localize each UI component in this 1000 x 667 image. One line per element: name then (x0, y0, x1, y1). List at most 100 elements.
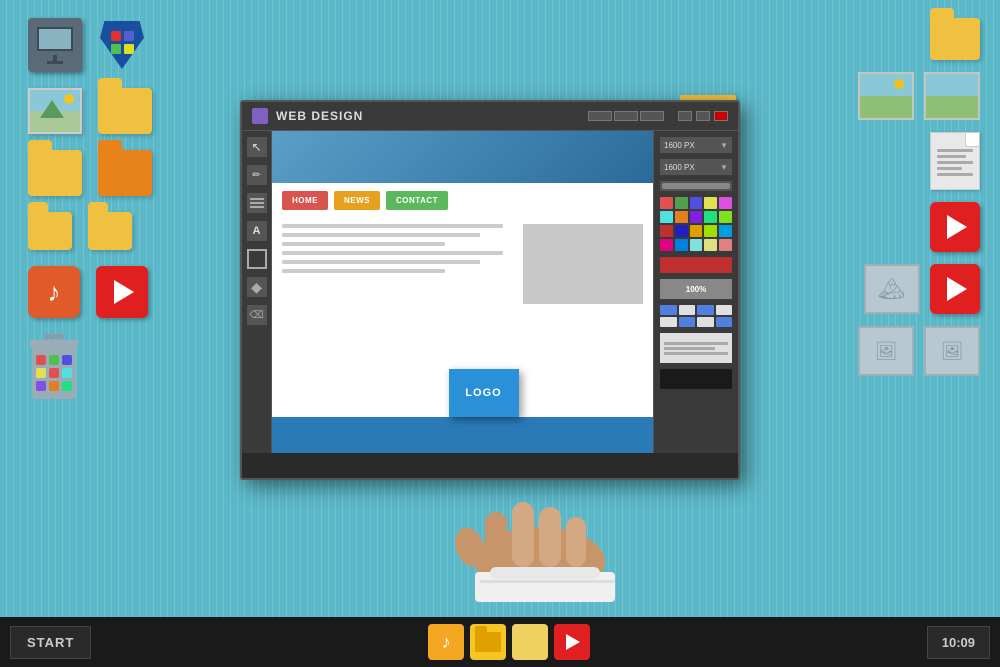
icon-row-3 (28, 150, 152, 196)
folder-icon-3[interactable] (98, 150, 152, 196)
tool-eraser[interactable]: ⌫ (247, 305, 267, 325)
nav-contact[interactable]: CONTACT (386, 191, 448, 210)
music-icon[interactable]: ♪ (28, 266, 80, 318)
desktop-icons-right: 🏔 🖼 🖼 (858, 18, 980, 376)
gray-image-symbol-2: 🖼 (941, 341, 964, 362)
color-orange[interactable] (675, 211, 688, 223)
width-arrow: ▼ (720, 141, 728, 150)
checker-grid (660, 305, 732, 327)
trash-icon[interactable] (28, 334, 80, 402)
dark-panel (660, 369, 732, 389)
color-dark-blue[interactable] (675, 225, 688, 237)
site-footer (272, 417, 653, 453)
taskbar-time: 10:09 (927, 626, 990, 659)
folder-icon-2[interactable] (28, 150, 82, 196)
close-button[interactable] (714, 111, 728, 121)
nav-news[interactable]: NEWS (334, 191, 380, 210)
tool-rect[interactable] (247, 249, 267, 269)
tool-arrow[interactable]: ↖ (247, 137, 267, 157)
color-yellow-green[interactable] (704, 225, 717, 237)
taskbar-sticky-icon[interactable] (512, 624, 548, 660)
content-line-3 (282, 242, 445, 246)
desktop-icons-left: ♪ (28, 18, 152, 402)
taskbar-play-triangle (566, 634, 580, 650)
tool-diamond[interactable]: ◆ (247, 277, 267, 297)
color-azure[interactable] (675, 239, 688, 251)
icon-row-4 (28, 212, 152, 250)
gray-image-symbol: 🖼 (875, 341, 898, 362)
folder-icon-1[interactable] (98, 88, 152, 134)
color-green[interactable] (675, 197, 688, 209)
content-line-5 (282, 260, 480, 264)
image-icon-1[interactable] (28, 88, 82, 134)
scrollbar-area (660, 181, 732, 191)
shield-icon[interactable] (98, 19, 146, 71)
color-amber[interactable] (690, 225, 703, 237)
color-red[interactable] (660, 197, 673, 209)
window-title: WEB DESIGN (276, 109, 363, 123)
right-play-1[interactable] (930, 202, 980, 252)
folder-icon-4[interactable] (28, 212, 72, 250)
color-sky[interactable] (719, 225, 732, 237)
editor-right-panel: 1600 PX ▼ 1600 PX ▼ (653, 131, 738, 453)
maximize-button[interactable] (696, 111, 710, 121)
right-row-1 (858, 18, 980, 60)
web-design-window: WEB DESIGN ↖ ✏ A ◆ ⌫ (240, 100, 740, 480)
color-blue[interactable] (690, 197, 703, 209)
color-cyan[interactable] (660, 211, 673, 223)
color-light-cyan[interactable] (690, 239, 703, 251)
color-pink[interactable] (660, 239, 673, 251)
content-text (282, 224, 515, 304)
editor-canvas: HOME NEWS CONTACT LOGO (272, 131, 653, 453)
right-doc-line-1 (664, 342, 728, 345)
right-doc-line-3 (664, 352, 728, 355)
taskbar-folder-icon[interactable] (470, 624, 506, 660)
right-doc-line-2 (664, 347, 715, 350)
right-gray-3[interactable]: 🖼 (924, 326, 980, 376)
width-input[interactable]: 1600 PX ▼ (660, 137, 732, 153)
color-purple[interactable] (690, 211, 703, 223)
right-gray-1[interactable]: 🏔 (864, 264, 920, 314)
color-lime[interactable] (719, 211, 732, 223)
editor-toolbar: ↖ ✏ A ◆ ⌫ (242, 131, 272, 453)
right-image-1[interactable] (858, 72, 914, 120)
color-light-yellow[interactable] (704, 239, 717, 251)
icon-row-2 (28, 88, 152, 134)
play-icon-1[interactable] (96, 266, 148, 318)
trash-handle (44, 334, 64, 339)
monitor-icon[interactable] (28, 18, 82, 72)
logo-card[interactable]: LOGO (449, 369, 519, 417)
tool-pen[interactable]: ✏ (247, 165, 267, 185)
window-icon (252, 108, 268, 124)
icon-row-1 (28, 18, 152, 72)
height-arrow: ▼ (720, 163, 728, 172)
play-triangle-3 (947, 277, 967, 301)
height-value: 1600 PX (664, 163, 695, 172)
play-triangle-2 (947, 215, 967, 239)
start-button[interactable]: START (10, 626, 91, 659)
right-play-2[interactable] (930, 264, 980, 314)
tool-text[interactable]: A (247, 221, 267, 241)
zoom-display[interactable]: 100% (660, 279, 732, 299)
tool-lines[interactable] (247, 193, 267, 213)
content-line-6 (282, 269, 445, 273)
color-grid (660, 197, 732, 251)
right-image-2[interactable] (924, 72, 980, 120)
trash-body (32, 347, 76, 399)
window-titlebar[interactable]: WEB DESIGN (242, 102, 738, 131)
right-gray-2[interactable]: 🖼 (858, 326, 914, 376)
height-input[interactable]: 1600 PX ▼ (660, 159, 732, 175)
hand-svg (430, 452, 650, 602)
color-mint[interactable] (704, 211, 717, 223)
color-magenta[interactable] (719, 197, 732, 209)
taskbar-play-icon[interactable] (554, 624, 590, 660)
folder-icon-5[interactable] (88, 212, 132, 250)
right-folder-1[interactable] (930, 18, 980, 60)
right-doc-1[interactable] (930, 132, 980, 190)
color-dark-red[interactable] (660, 225, 673, 237)
color-yellow[interactable] (704, 197, 717, 209)
taskbar-music-icon[interactable]: ♪ (428, 624, 464, 660)
color-light-red[interactable] (719, 239, 732, 251)
minimize-button[interactable] (678, 111, 692, 121)
nav-home[interactable]: HOME (282, 191, 328, 210)
